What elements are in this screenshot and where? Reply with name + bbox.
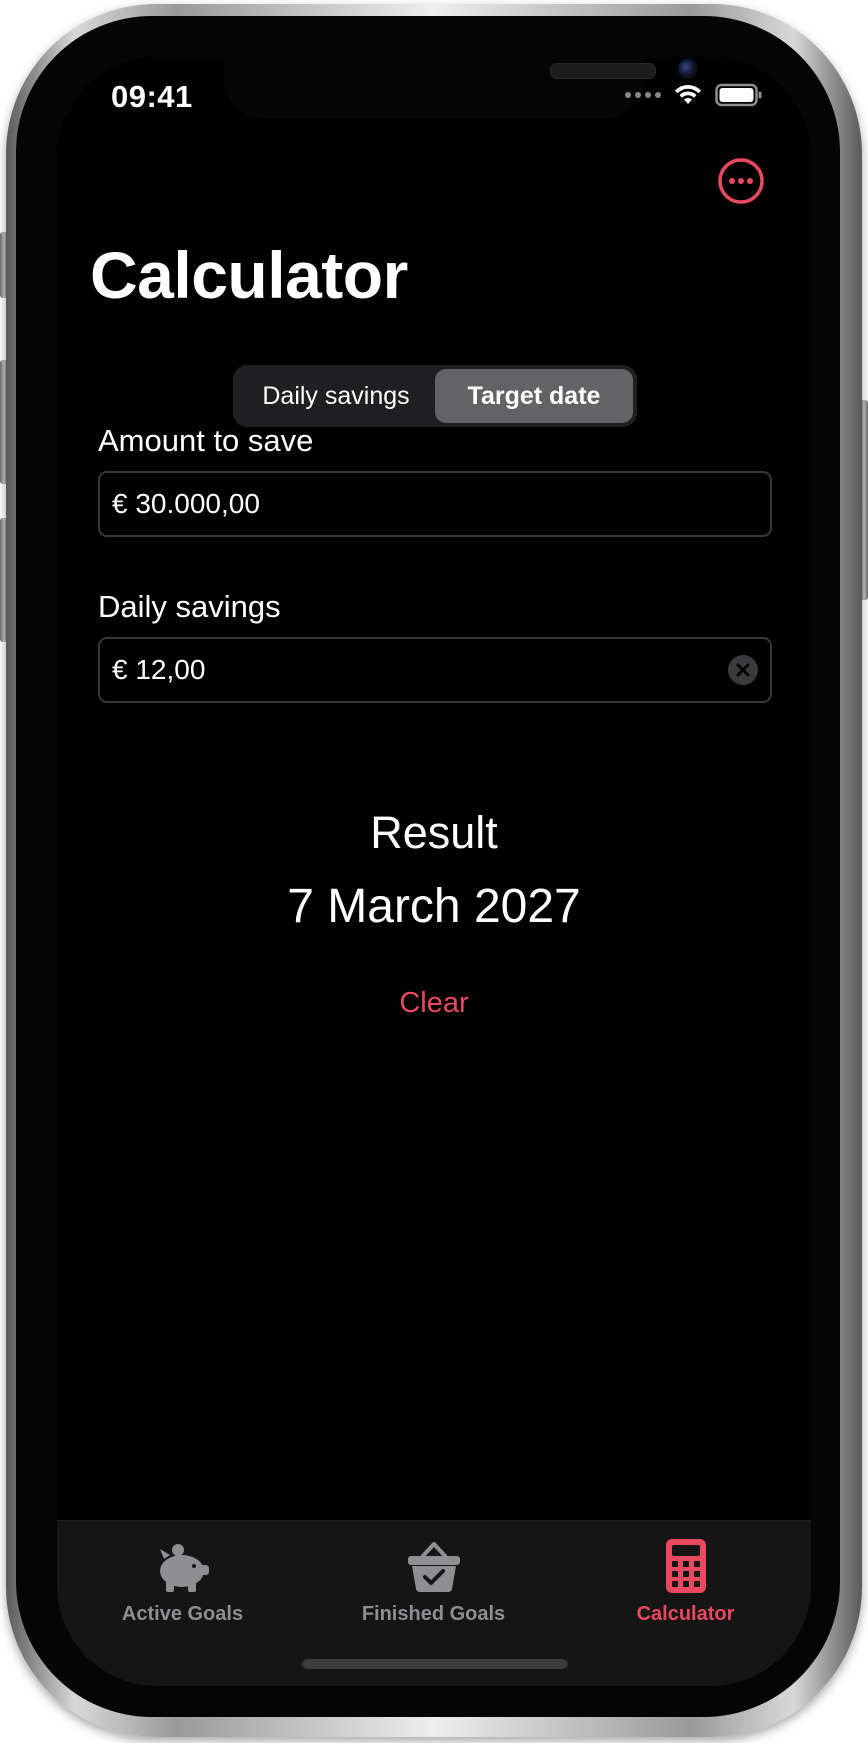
close-icon xyxy=(736,663,750,677)
more-options-button[interactable] xyxy=(717,157,765,205)
status-icons xyxy=(625,83,763,107)
clear-field-button[interactable] xyxy=(728,655,758,685)
tab-label-active-goals: Active Goals xyxy=(121,1603,244,1625)
daily-savings-value: € 12,00 xyxy=(112,654,206,685)
segment-daily-savings[interactable]: Daily savings xyxy=(237,369,435,423)
home-indicator[interactable] xyxy=(302,1659,568,1669)
daily-savings-input[interactable]: € 12,00 xyxy=(98,637,772,703)
amount-value: € 30.000,00 xyxy=(112,488,260,519)
tab-calculator[interactable]: Calculator xyxy=(560,1533,811,1626)
app-screen: 09:41 Calculator Daily savings Target da… xyxy=(57,57,811,1686)
amount-input[interactable]: € 30.000,00 xyxy=(98,471,772,537)
calculator-icon xyxy=(665,1539,706,1593)
status-time: 09:41 xyxy=(111,79,193,114)
ellipsis-circle-icon xyxy=(718,158,764,204)
tab-label-calculator: Calculator xyxy=(636,1603,735,1625)
cellular-signal-icon xyxy=(625,92,661,98)
clear-button[interactable]: Clear xyxy=(57,987,811,1020)
daily-savings-label: Daily savings xyxy=(98,589,281,624)
tab-label-finished-goals: Finished Goals xyxy=(361,1603,506,1625)
result-value: 7 March 2027 xyxy=(287,880,581,933)
page-title: Calculator xyxy=(90,238,408,312)
amount-label: Amount to save xyxy=(98,423,314,458)
front-camera xyxy=(678,59,698,79)
earpiece-speaker xyxy=(550,63,656,79)
wifi-icon xyxy=(675,84,701,104)
tab-active-goals[interactable]: Active Goals xyxy=(57,1533,308,1626)
notch xyxy=(224,57,698,119)
battery-icon xyxy=(715,83,762,107)
segment-target-date[interactable]: Target date xyxy=(435,369,633,423)
device-mockup: 09:41 Calculator Daily savings Target da… xyxy=(0,0,868,1743)
result-heading: Result xyxy=(370,807,498,858)
piggy-bank-icon xyxy=(159,1544,209,1592)
tab-finished-goals[interactable]: Finished Goals xyxy=(308,1533,559,1626)
mode-segmented-control[interactable]: Daily savings Target date xyxy=(233,365,637,427)
basket-check-icon xyxy=(407,1542,460,1592)
